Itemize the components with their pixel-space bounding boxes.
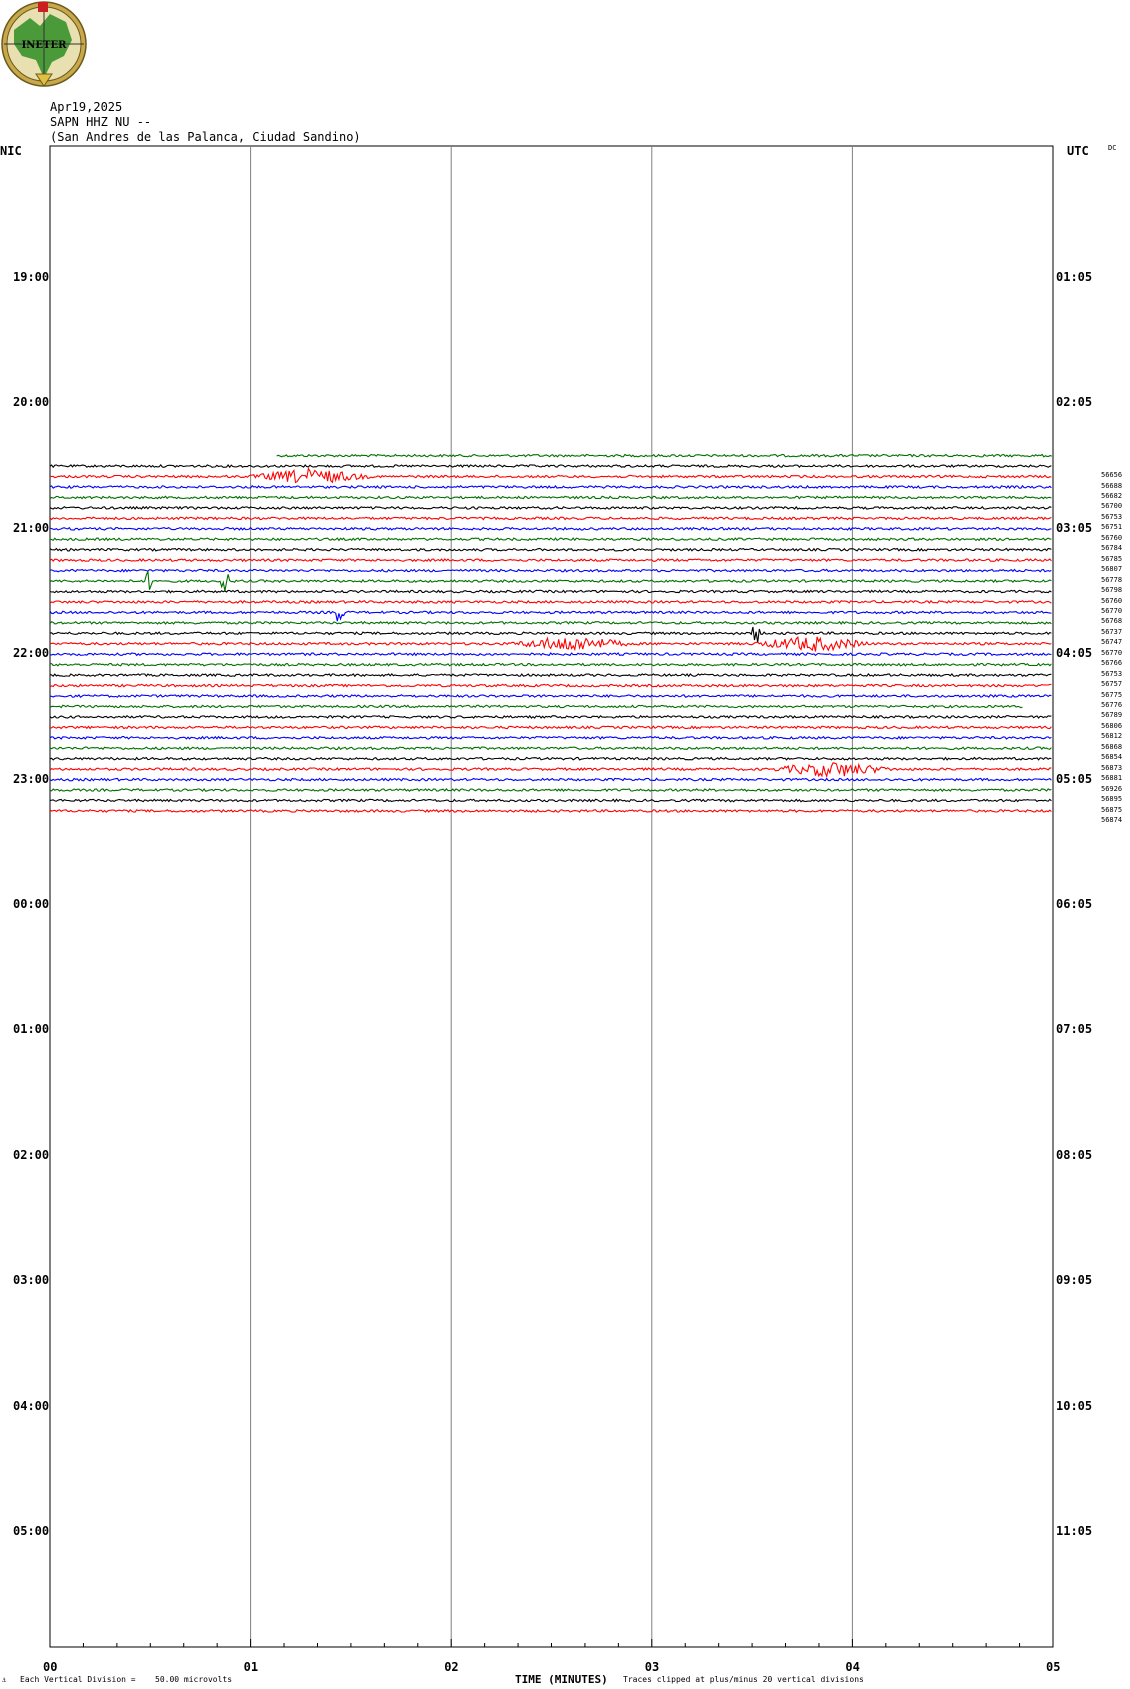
seismic-trace [49,495,1052,500]
seismic-trace [49,505,1052,510]
seismic-trace [49,558,1052,563]
seismic-trace [49,662,1052,667]
seismic-trace [49,463,1052,469]
microvolts-label: 50.00 microvolts [155,1675,233,1684]
seismic-trace [50,652,1052,657]
seismic-trace [49,762,1052,779]
seismic-trace [49,735,1052,740]
seismic-trace [49,808,1052,813]
seismic-trace [49,589,1052,594]
clip-note: Traces clipped at plus/minus 20 vertical… [623,1675,864,1684]
seismic-trace [49,620,1052,625]
x-axis-title: TIME (MINUTES) [515,1673,608,1686]
seismic-trace [49,673,1052,678]
helicorder-plot [49,145,1054,1648]
seismic-trace [49,537,1052,542]
seismic-trace [49,756,1052,761]
seismic-trace [50,636,1052,652]
seismic-trace [49,484,1052,490]
seismic-trace [49,787,1052,793]
division-label: Each Vertical Division = [20,1675,136,1684]
seismic-trace [49,568,1052,573]
seismic-trace [49,798,1052,803]
seismic-trace [49,725,1052,730]
seismic-trace [49,746,1052,751]
seismic-trace [49,467,1052,484]
seismic-trace [49,599,1052,604]
seismic-trace [49,610,1052,622]
footer-mark: ⚓ [2,1676,7,1684]
seismic-trace [49,547,1052,552]
seismic-trace [49,704,1023,709]
seismic-trace [49,526,1052,531]
seismic-trace [49,571,1052,592]
seismic-trace [49,626,1052,643]
seismic-trace [49,714,1052,719]
seismic-trace [49,777,1052,782]
seismic-trace [49,693,1052,699]
seismic-trace [276,453,1053,458]
seismic-trace [49,516,1052,521]
seismic-trace [49,683,1052,688]
plot-frame [49,145,1054,1648]
